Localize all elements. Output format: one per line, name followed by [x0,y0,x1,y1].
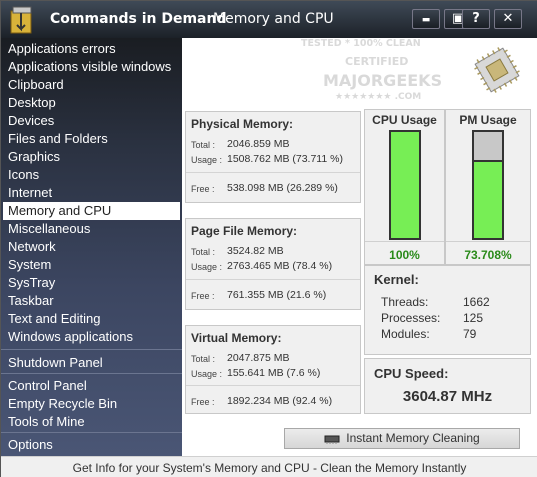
cpu-usage-title: CPU Usage [372,113,437,127]
pagefile-total-value: 3524.82 MB [227,245,284,257]
sidebar-item-memory-and-cpu[interactable]: Memory and CPU [3,202,180,220]
physical-total-label: Total : [191,140,216,150]
pm-usage-title: PM Usage [459,113,517,127]
sidebar-item-devices[interactable]: Devices [3,112,180,130]
virtual-total-label: Total : [191,354,216,364]
status-bar: Get Info for your System's Memory and CP… [1,456,537,477]
cpu-chip-icon [474,47,520,93]
sidebar-item-empty-recycle-bin[interactable]: Empty Recycle Bin [3,395,180,413]
physical-memory-panel: Physical Memory: Total : 2046.859 MB Usa… [185,111,361,203]
sidebar-item-tools-of-mine[interactable]: Tools of Mine [3,413,180,431]
watermark-line: ★★★★★★★ .COM [335,92,422,102]
modules-label: Modules: [381,327,430,341]
title-separator: - [199,11,205,27]
sidebar-item-desktop[interactable]: Desktop [3,94,180,112]
sidebar-item-icons[interactable]: Icons [3,166,180,184]
help-button[interactable]: ? [462,9,490,29]
virtual-total-value: 2047.875 MB [227,352,290,364]
sidebar-divider [1,432,182,433]
physical-memory-title: Physical Memory: [191,117,294,131]
sidebar-item-network[interactable]: Network [3,238,180,256]
panel-divider [365,241,444,242]
physical-usage-value: 1508.762 MB (73.711 %) [227,153,343,165]
sidebar-item-systray[interactable]: SysTray [3,274,180,292]
sidebar-item-windows-applications[interactable]: Windows applications [3,328,180,346]
page-title: Memory and CPU [213,11,334,27]
status-text: Get Info for your System's Memory and CP… [72,461,467,475]
minimize-icon: ▬ [421,15,431,25]
sidebar-item-control-panel[interactable]: Control Panel [3,377,180,395]
kernel-panel: Kernel: Threads: 1662 Processes: 125 Mod… [364,265,531,355]
virtual-free-value: 1892.234 MB (92.4 %) [227,395,333,407]
sidebar-item-clipboard[interactable]: Clipboard [3,76,180,94]
virtual-free-label: Free : [191,397,215,407]
sidebar-divider [1,373,182,374]
pagefile-usage-label: Usage : [191,262,223,272]
pm-usage-gauge [472,130,504,240]
physical-free-value: 538.098 MB (26.289 %) [227,182,338,194]
sidebar-item-taskbar[interactable]: Taskbar [3,292,180,310]
app-logo-icon [10,6,32,34]
cpu-speed-title: CPU Speed: [374,366,449,381]
pagefile-free-value: 761.355 MB (21.6 %) [227,289,327,301]
sidebar-item-applications-visible-windows[interactable]: Applications visible windows [3,58,180,76]
sidebar-item-internet[interactable]: Internet [3,184,180,202]
panel-divider [186,279,360,280]
watermark-line: TESTED * 100% CLEAN [301,38,421,49]
minimize-button[interactable]: ▬ [412,9,440,29]
sidebar-item-system[interactable]: System [3,256,180,274]
physical-total-value: 2046.859 MB [227,138,290,150]
majorgeeks-watermark: TESTED * 100% CLEAN CERTIFIED MAJORGEEKS… [297,38,442,108]
virtual-usage-value: 155.641 MB (7.6 %) [227,367,321,379]
sidebar: Applications errors Applications visible… [1,38,182,456]
modules-value: 79 [463,327,477,341]
sidebar-item-miscellaneous[interactable]: Miscellaneous [3,220,180,238]
page-file-memory-title: Page File Memory: [191,224,298,238]
pm-usage-percent: 73.708% [464,248,512,262]
threads-label: Threads: [381,295,429,309]
panel-divider [186,385,360,386]
physical-usage-label: Usage : [191,155,223,165]
sidebar-item-text-and-editing[interactable]: Text and Editing [3,310,180,328]
kernel-title: Kernel: [374,272,419,287]
app-window: Commands in Demand - Memory and CPU ▬ ▣ … [0,0,537,477]
title-bar[interactable]: Commands in Demand - Memory and CPU ▬ ▣ … [1,1,537,38]
virtual-memory-panel: Virtual Memory: Total : 2047.875 MB Usag… [185,325,361,414]
processes-label: Processes: [381,311,441,325]
cpu-usage-panel: CPU Usage 100% [364,109,445,265]
physical-free-label: Free : [191,184,215,194]
clean-button-label: Instant Memory Cleaning [346,431,480,445]
watermark-line: CERTIFIED [345,55,409,68]
cpu-speed-panel: CPU Speed: 3604.87 MHz [364,358,531,414]
page-file-memory-panel: Page File Memory: Total : 3524.82 MB Usa… [185,218,361,310]
threads-value: 1662 [463,295,490,309]
cpu-speed-value: 3604.87 MHz [402,388,493,405]
pagefile-free-label: Free : [191,291,215,301]
watermark-line: MAJORGEEKS [323,71,443,90]
processes-value: 125 [463,311,484,325]
virtual-usage-label: Usage : [191,369,223,379]
cpu-usage-gauge [389,130,421,240]
memory-chip-icon [324,435,340,444]
pm-usage-gauge-fill [474,159,502,238]
cpu-usage-gauge-fill [391,132,419,238]
cpu-usage-percent: 100% [389,248,420,262]
sidebar-item-options[interactable]: Options [3,436,180,454]
panel-divider [186,172,360,173]
instant-memory-cleaning-button[interactable]: Instant Memory Cleaning [284,428,520,449]
sidebar-item-shutdown-panel[interactable]: Shutdown Panel [3,354,180,372]
help-icon: ? [472,11,480,26]
pagefile-usage-value: 2763.465 MB (78.4 %) [227,260,333,272]
pagefile-total-label: Total : [191,247,216,257]
sidebar-item-applications-errors[interactable]: Applications errors [3,40,180,58]
pm-usage-panel: PM Usage 73.708% [445,109,531,265]
sidebar-divider [1,349,182,350]
close-button[interactable]: ✕ [494,9,522,29]
close-icon: ✕ [502,11,514,26]
sidebar-item-files-and-folders[interactable]: Files and Folders [3,130,180,148]
panel-divider [446,241,530,242]
virtual-memory-title: Virtual Memory: [191,331,282,345]
sidebar-item-graphics[interactable]: Graphics [3,148,180,166]
